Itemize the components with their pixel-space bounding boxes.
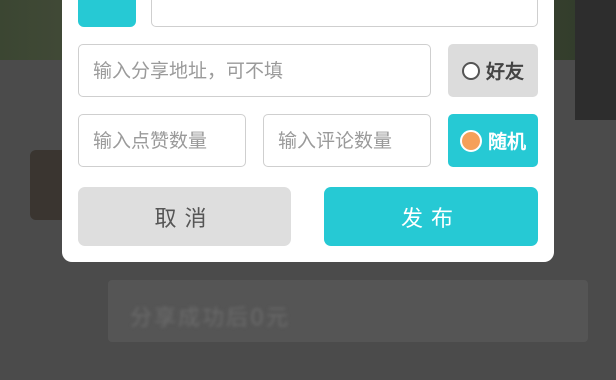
background-side-strip [575,0,616,120]
likes-count-input[interactable] [79,115,245,166]
friends-label: 好友 [485,61,524,83]
top-input-field[interactable] [151,0,538,27]
random-toggle[interactable]: 随机 [448,114,538,167]
share-url-field[interactable] [78,44,431,97]
likes-count-field[interactable] [78,114,246,167]
cancel-button[interactable]: 取消 [78,187,291,246]
friends-radio-icon [461,61,480,80]
friends-toggle[interactable]: 好友 [448,44,538,97]
background-card-text: 分享成功后0元 [130,306,290,331]
publish-button[interactable]: 发布 [324,187,538,246]
random-radio-icon [459,129,482,152]
comments-count-field[interactable] [263,114,431,167]
share-url-input[interactable] [79,45,430,96]
top-accent-button[interactable] [78,0,136,27]
comments-count-input[interactable] [264,115,430,166]
random-label: 随机 [487,131,526,153]
